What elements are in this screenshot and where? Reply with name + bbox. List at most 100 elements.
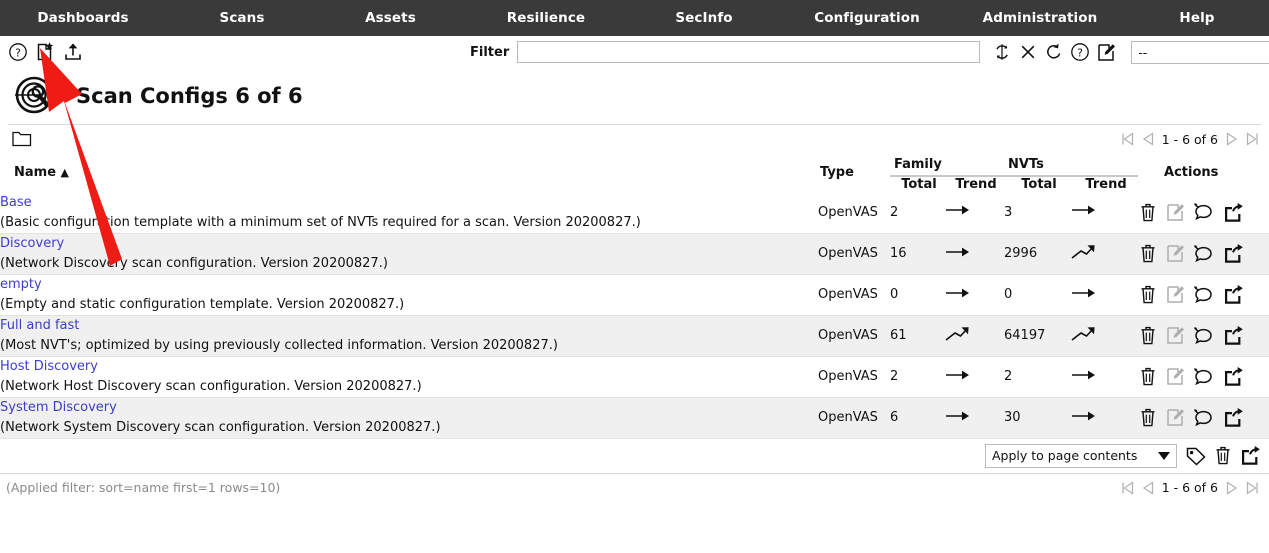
first-page-icon[interactable] <box>1119 130 1137 148</box>
first-page-icon[interactable] <box>1119 479 1137 497</box>
cell-actions <box>1138 397 1269 439</box>
nav-dashboards[interactable]: Dashboards <box>0 10 166 26</box>
nav-scans[interactable]: Scans <box>166 10 318 26</box>
table-row: empty (Empty and static configuration tem… <box>0 274 1269 316</box>
bulk-export-icon[interactable] <box>1239 445 1261 466</box>
delete-icon[interactable] <box>1138 325 1158 346</box>
cell-type: OpenVAS <box>818 274 890 316</box>
nav-help[interactable]: Help <box>1125 10 1269 26</box>
filter-input[interactable] <box>517 41 981 63</box>
edit-icon[interactable] <box>1165 284 1186 305</box>
filter-preset-select[interactable]: -- <box>1131 40 1269 64</box>
pagination-label-bottom: 1 - 6 of 6 <box>1161 480 1218 495</box>
edit-icon[interactable] <box>1165 243 1186 264</box>
nav-secinfo[interactable]: SecInfo <box>629 10 779 26</box>
add-tag-icon[interactable] <box>1185 446 1207 466</box>
cell-family-total: 0 <box>890 274 944 316</box>
scan-config-link[interactable]: empty <box>0 276 818 293</box>
scan-config-link[interactable]: Host Discovery <box>0 358 818 375</box>
delete-icon[interactable] <box>1138 407 1158 428</box>
export-icon[interactable] <box>1222 366 1244 387</box>
nav-configuration[interactable]: Configuration <box>779 10 955 26</box>
delete-icon[interactable] <box>1138 366 1158 387</box>
cell-family-trend <box>944 397 1005 439</box>
next-page-icon[interactable] <box>1223 130 1241 148</box>
col-header-nvts-total[interactable]: Total <box>1004 177 1070 192</box>
col-header-family-total[interactable]: Total <box>890 177 944 192</box>
cell-name: Host Discovery (Network Host Discovery sc… <box>0 356 818 398</box>
scan-config-link[interactable]: Base <box>0 194 818 211</box>
pagination-top: 1 - 6 of 6 <box>1119 125 1261 153</box>
cell-family-total: 61 <box>890 315 944 357</box>
delete-icon[interactable] <box>1138 202 1158 223</box>
chevron-down-icon <box>1158 451 1170 460</box>
delete-icon[interactable] <box>1138 243 1158 264</box>
restore-filter-icon[interactable] <box>1044 42 1064 62</box>
scan-config-link[interactable]: System Discovery <box>0 399 818 416</box>
cell-nvts-trend <box>1070 356 1139 398</box>
trend-same-icon <box>1070 367 1096 383</box>
reset-filter-icon[interactable] <box>1018 42 1038 62</box>
upload-import-icon[interactable] <box>62 41 84 63</box>
cell-family-total: 2 <box>890 192 944 234</box>
col-header-actions-label: Actions <box>1164 165 1219 180</box>
cell-actions <box>1138 315 1269 357</box>
filter-bar: Filter ? -- <box>470 36 1269 68</box>
trend-same-icon <box>1070 202 1096 218</box>
export-icon[interactable] <box>1222 202 1244 223</box>
toolbar: ? Filter ? -- <box>0 36 1269 68</box>
trend-up-icon <box>1070 244 1096 260</box>
table-row: Host Discovery (Network Host Discovery sc… <box>0 356 1269 398</box>
prev-page-icon[interactable] <box>1139 130 1157 148</box>
apply-to-page-select[interactable]: Apply to page contents <box>985 443 1177 468</box>
edit-icon[interactable] <box>1165 366 1186 387</box>
bulk-delete-icon[interactable] <box>1213 445 1233 466</box>
export-icon[interactable] <box>1222 284 1244 305</box>
trend-up-icon <box>1070 326 1096 342</box>
apply-to-page-value: Apply to page contents <box>992 448 1138 463</box>
col-header-name[interactable]: Name ▲ <box>0 153 818 192</box>
trend-same-icon <box>944 367 970 383</box>
clone-icon[interactable] <box>1193 408 1215 428</box>
cell-family-total: 16 <box>890 233 944 275</box>
col-header-type[interactable]: Type <box>818 153 890 192</box>
col-header-nvts-trend[interactable]: Trend <box>1070 177 1138 192</box>
last-page-icon[interactable] <box>1243 479 1261 497</box>
next-page-icon[interactable] <box>1223 479 1241 497</box>
new-scan-config-icon[interactable] <box>34 41 56 63</box>
refresh-filter-icon[interactable] <box>992 42 1012 62</box>
delete-icon[interactable] <box>1138 284 1158 305</box>
col-group-family: Family <box>890 153 1005 177</box>
cell-type: OpenVAS <box>818 356 890 398</box>
bulk-action-bar: Apply to page contents <box>0 439 1269 473</box>
last-page-icon[interactable] <box>1243 130 1261 148</box>
folder-icon[interactable] <box>12 130 32 148</box>
filter-help-icon[interactable]: ? <box>1070 42 1090 62</box>
cell-actions <box>1138 233 1269 275</box>
col-header-family-trend[interactable]: Trend <box>944 177 1004 192</box>
edit-icon[interactable] <box>1165 325 1186 346</box>
cell-name: Discovery (Network Discovery scan configu… <box>0 233 818 275</box>
scan-config-link[interactable]: Discovery <box>0 235 818 252</box>
scan-config-link[interactable]: Full and fast <box>0 317 818 334</box>
help-icon[interactable]: ? <box>8 42 28 62</box>
edit-filter-icon[interactable] <box>1096 42 1117 63</box>
edit-icon[interactable] <box>1165 407 1186 428</box>
nav-assets[interactable]: Assets <box>318 10 463 26</box>
table-row: Discovery (Network Discovery scan configu… <box>0 233 1269 275</box>
edit-icon[interactable] <box>1165 202 1186 223</box>
clone-icon[interactable] <box>1193 202 1215 222</box>
export-icon[interactable] <box>1222 325 1244 346</box>
export-icon[interactable] <box>1222 243 1244 264</box>
trend-up-icon <box>944 326 970 342</box>
clone-icon[interactable] <box>1193 326 1215 346</box>
nav-resilience[interactable]: Resilience <box>463 10 629 26</box>
prev-page-icon[interactable] <box>1139 479 1157 497</box>
svg-text:?: ? <box>1077 46 1083 59</box>
clone-icon[interactable] <box>1193 367 1215 387</box>
export-icon[interactable] <box>1222 407 1244 428</box>
cell-type: OpenVAS <box>818 233 890 275</box>
clone-icon[interactable] <box>1193 244 1215 264</box>
nav-administration[interactable]: Administration <box>955 10 1125 26</box>
clone-icon[interactable] <box>1193 285 1215 305</box>
